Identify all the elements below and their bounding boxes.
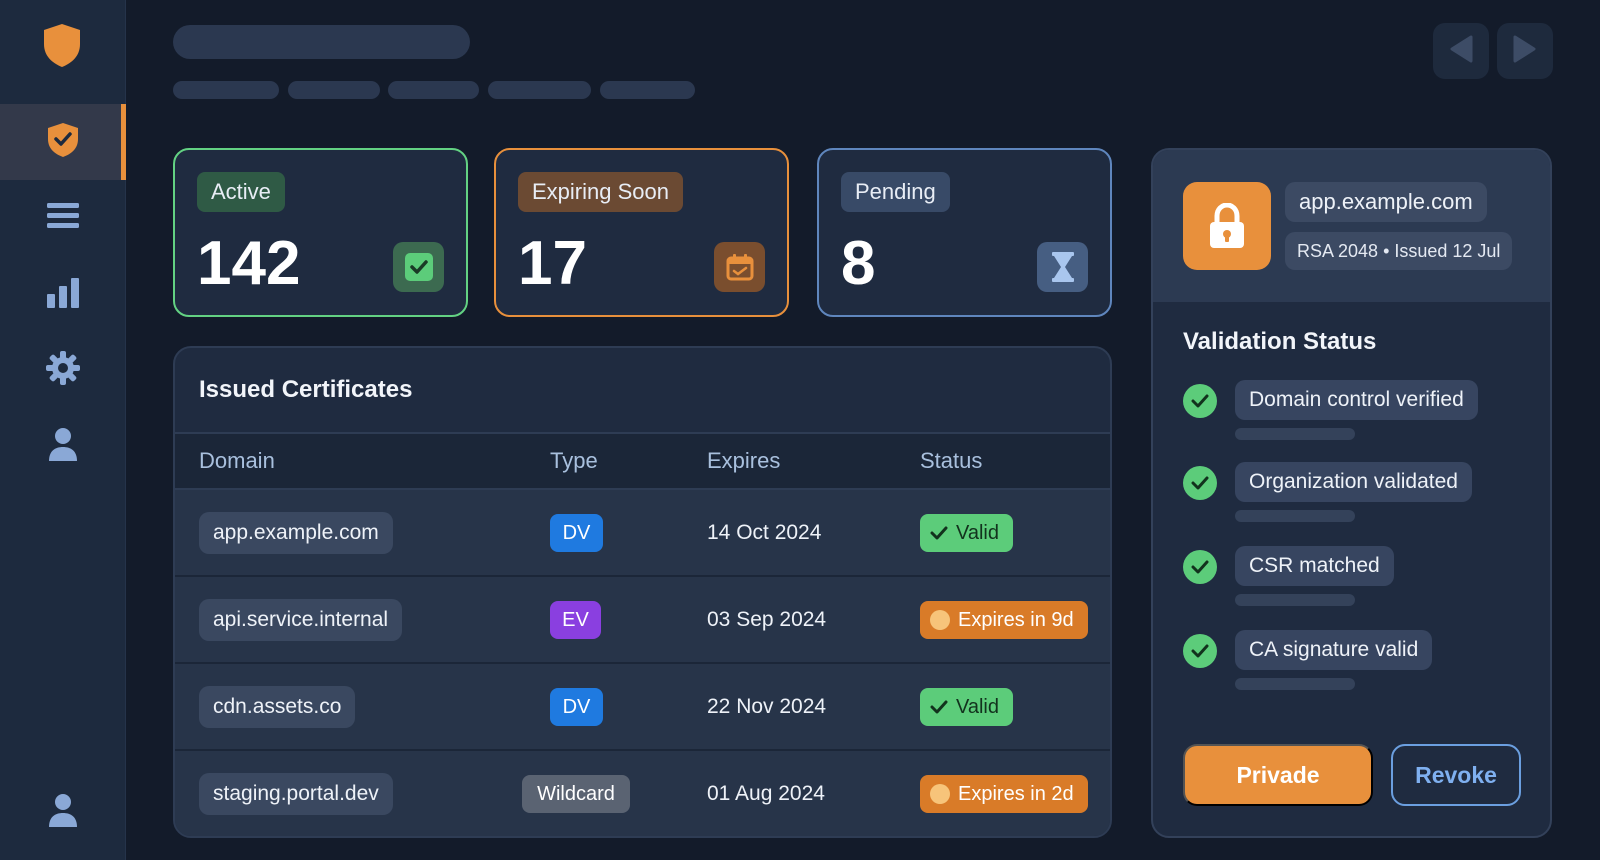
validation-item: Domain control verified bbox=[1183, 380, 1533, 450]
certificate-host: app.example.com bbox=[1285, 182, 1487, 222]
validation-item: Organization validated bbox=[1183, 462, 1533, 532]
previous-button[interactable] bbox=[1433, 23, 1489, 79]
breadcrumb-placeholder bbox=[388, 81, 479, 99]
check-circle-icon bbox=[1183, 634, 1217, 668]
certificates-table: Issued Certificates Domain Type Expires … bbox=[173, 346, 1112, 838]
validation-detail-placeholder bbox=[1235, 594, 1355, 606]
certificate-meta: RSA 2048 • Issued 12 Jul bbox=[1285, 232, 1513, 270]
status-badge: Expires in 9d bbox=[920, 601, 1088, 639]
breadcrumb-placeholder bbox=[488, 81, 591, 99]
sidebar-item-profile[interactable] bbox=[0, 774, 126, 850]
table-title: Issued Certificates bbox=[199, 376, 413, 403]
column-header-status[interactable]: Status bbox=[920, 448, 982, 474]
validation-label: CA signature valid bbox=[1235, 630, 1433, 670]
table-row[interactable]: staging.portal.dev Wildcard 01 Aug 2024 … bbox=[175, 751, 1110, 836]
table-header: Domain Type Expires Status bbox=[175, 432, 1110, 490]
status-badge: Valid bbox=[920, 688, 1013, 726]
revoke-button[interactable]: Revoke bbox=[1391, 744, 1521, 806]
column-header-type[interactable]: Type bbox=[550, 448, 598, 474]
type-badge: DV bbox=[550, 514, 603, 552]
sidebar-item-list[interactable] bbox=[0, 180, 126, 256]
column-header-domain[interactable]: Domain bbox=[199, 448, 275, 474]
breadcrumb-placeholder bbox=[288, 81, 380, 99]
lock-icon bbox=[1183, 182, 1271, 270]
stat-card-expiring[interactable]: Expiring Soon 17 bbox=[494, 148, 789, 317]
type-badge: EV bbox=[550, 601, 601, 639]
validation-label: Organization validated bbox=[1235, 462, 1472, 502]
table-row[interactable]: app.example.com DV 14 Oct 2024 Valid bbox=[175, 490, 1110, 577]
stat-label: Expiring Soon bbox=[518, 172, 683, 212]
triangle-left-icon bbox=[1449, 35, 1473, 68]
hourglass-icon bbox=[1037, 242, 1088, 292]
status-text: Expires in 2d bbox=[958, 782, 1074, 805]
sidebar-item-certificates[interactable] bbox=[0, 104, 126, 180]
calendar-icon bbox=[714, 242, 765, 292]
status-badge: Expires in 2d bbox=[920, 775, 1088, 813]
domain-cell: api.service.internal bbox=[199, 599, 403, 641]
check-icon bbox=[930, 700, 948, 714]
stat-value: 17 bbox=[518, 229, 587, 298]
table-row[interactable]: api.service.internal EV 03 Sep 2024 Expi… bbox=[175, 577, 1110, 664]
page-title-placeholder bbox=[173, 25, 470, 59]
status-text: Valid bbox=[956, 695, 999, 718]
warning-dot-icon bbox=[930, 784, 950, 804]
validation-label: Domain control verified bbox=[1235, 380, 1478, 420]
stat-value: 8 bbox=[841, 229, 876, 298]
validation-detail-placeholder bbox=[1235, 678, 1355, 690]
type-badge: DV bbox=[550, 688, 603, 726]
stat-label: Active bbox=[197, 172, 285, 212]
status-text: Valid bbox=[956, 521, 999, 544]
triangle-right-icon bbox=[1513, 35, 1537, 68]
stat-card-pending[interactable]: Pending 8 bbox=[817, 148, 1112, 317]
certificate-detail-panel: app.example.com RSA 2048 • Issued 12 Jul… bbox=[1151, 148, 1552, 838]
user-icon bbox=[47, 793, 79, 832]
check-circle-icon bbox=[1183, 466, 1217, 500]
user-icon bbox=[47, 427, 79, 466]
stat-value: 142 bbox=[197, 229, 301, 298]
next-button[interactable] bbox=[1497, 23, 1553, 79]
check-circle-icon bbox=[1183, 384, 1217, 418]
domain-cell: staging.portal.dev bbox=[199, 773, 393, 815]
gear-icon bbox=[46, 350, 80, 390]
check-square-icon bbox=[393, 242, 444, 292]
check-circle-icon bbox=[1183, 550, 1217, 584]
sidebar-item-settings[interactable] bbox=[0, 332, 126, 408]
table-row[interactable]: cdn.assets.co DV 22 Nov 2024 Valid bbox=[175, 664, 1110, 751]
expires-cell: 22 Nov 2024 bbox=[707, 695, 827, 718]
sidebar-item-analytics[interactable] bbox=[0, 256, 126, 332]
validation-detail-placeholder bbox=[1235, 428, 1355, 440]
sidebar bbox=[0, 0, 126, 860]
breadcrumb-placeholder bbox=[173, 81, 279, 99]
column-header-expires[interactable]: Expires bbox=[707, 448, 780, 474]
domain-cell: app.example.com bbox=[199, 512, 393, 554]
stat-label: Pending bbox=[841, 172, 950, 212]
validation-detail-placeholder bbox=[1235, 510, 1355, 522]
expires-cell: 03 Sep 2024 bbox=[707, 608, 827, 631]
list-icon bbox=[47, 202, 79, 234]
validation-label: CSR matched bbox=[1235, 546, 1394, 586]
validation-item: CSR matched bbox=[1183, 546, 1533, 616]
shield-logo-icon bbox=[42, 22, 82, 68]
bar-chart-icon bbox=[47, 276, 79, 313]
sidebar-item-users[interactable] bbox=[0, 408, 126, 484]
breadcrumb-placeholder bbox=[600, 81, 695, 99]
domain-cell: cdn.assets.co bbox=[199, 686, 356, 728]
warning-dot-icon bbox=[930, 610, 950, 630]
status-badge: Valid bbox=[920, 514, 1013, 552]
shield-check-icon bbox=[41, 121, 80, 164]
detail-header: app.example.com RSA 2048 • Issued 12 Jul bbox=[1153, 150, 1550, 302]
type-badge: Wildcard bbox=[522, 775, 630, 813]
check-icon bbox=[930, 526, 948, 540]
status-text: Expires in 9d bbox=[958, 608, 1074, 631]
primary-action-button[interactable]: Privade bbox=[1183, 744, 1373, 806]
expires-cell: 14 Oct 2024 bbox=[707, 521, 822, 544]
expires-cell: 01 Aug 2024 bbox=[707, 782, 825, 805]
validation-status-title: Validation Status bbox=[1183, 328, 1377, 355]
validation-item: CA signature valid bbox=[1183, 630, 1533, 700]
stat-card-active[interactable]: Active 142 bbox=[173, 148, 468, 317]
